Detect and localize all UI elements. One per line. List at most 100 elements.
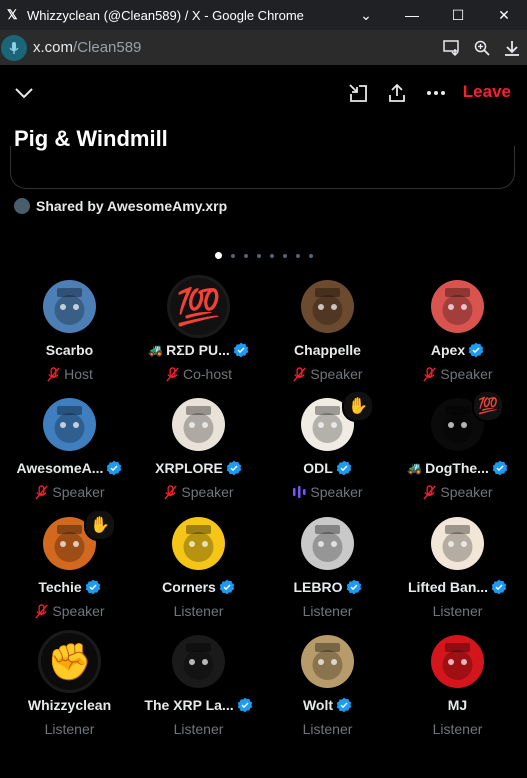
spaces-panel: Leave Pig & Windmill Shared by AwesomeAm… (0, 66, 527, 778)
participant-role-row: Listener (262, 603, 393, 619)
participant-role-row: Speaker (392, 366, 523, 382)
participant-role: Co-host (182, 366, 233, 382)
participant-name-row: Lifted Ban... (392, 579, 523, 595)
zoom-icon[interactable] (467, 40, 497, 56)
page-dot[interactable] (269, 253, 274, 258)
participant-role-row: Co-host (133, 366, 264, 382)
participant[interactable]: ✋ ODL Speaker (262, 390, 393, 508)
participant-name: Wolt (302, 697, 334, 713)
page-dot[interactable] (295, 253, 300, 258)
verified-badge-icon (226, 460, 242, 476)
participant-name-row: 🚜 DogThe... (392, 460, 523, 476)
verified-badge-icon (346, 579, 362, 595)
participant-role: Listener (432, 721, 483, 737)
shared-by-row[interactable]: Shared by AwesomeAmy.xrp (14, 198, 227, 214)
participant-role-row: Listener (133, 721, 264, 737)
participant-name: Scarbo (45, 342, 94, 358)
mic-muted-icon (34, 484, 49, 500)
verified-badge-icon (336, 460, 352, 476)
participant[interactable]: Scarbo Host (4, 280, 135, 390)
share-icon[interactable] (386, 82, 408, 104)
more-options-icon[interactable] (425, 82, 447, 104)
minimize-dock-icon[interactable] (347, 82, 369, 104)
close-button[interactable]: ✕ (481, 0, 527, 30)
avatar[interactable] (43, 280, 96, 333)
participant[interactable]: ✊ Whizzyclean Listener (4, 630, 135, 745)
space-info-card (10, 146, 515, 189)
page-dot[interactable] (230, 253, 235, 258)
participant[interactable]: Apex Speaker (392, 280, 523, 390)
participant[interactable]: Wolt Listener (262, 635, 393, 745)
participant-name-row: Apex (392, 342, 523, 358)
speaking-indicator-icon (292, 486, 307, 498)
participant[interactable]: Corners Listener (133, 517, 264, 627)
download-icon[interactable] (497, 40, 527, 56)
mic-muted-icon (292, 366, 307, 382)
verified-badge-icon (219, 579, 235, 595)
raised-hand-icon: 💯 (472, 390, 504, 422)
mic-muted-icon (34, 603, 49, 619)
page-dot[interactable] (282, 253, 287, 258)
participant-role: Speaker (181, 484, 234, 500)
avatar[interactable] (431, 280, 484, 333)
space-top-bar: Leave (0, 66, 527, 122)
participant[interactable]: MJ Listener (392, 635, 523, 745)
avatar[interactable] (43, 398, 96, 451)
participant[interactable]: 💯 🚜 DogThe... Speaker (392, 390, 523, 508)
participant-name: Techie (38, 579, 82, 595)
avatar[interactable] (431, 517, 484, 570)
participant[interactable]: Chappelle Speaker (262, 280, 393, 390)
participant[interactable]: The XRP La... Listener (133, 635, 264, 745)
avatar[interactable] (172, 517, 225, 570)
participant-role-row: Listener (392, 603, 523, 619)
participant-role-row: Listener (4, 721, 135, 737)
mic-muted-icon (422, 366, 437, 382)
address-bar[interactable]: x.com/Clean589 (0, 30, 527, 65)
participant-role: Speaker (310, 484, 363, 500)
install-app-icon[interactable] (437, 39, 467, 56)
minimize-button[interactable]: — (389, 0, 435, 30)
url-text[interactable]: x.com/Clean589 (33, 39, 437, 56)
verified-badge-icon (233, 342, 249, 358)
leave-button[interactable]: Leave (463, 82, 511, 102)
participant-name: ODL (303, 460, 333, 476)
page-dot[interactable] (256, 253, 261, 258)
sharer-avatar (14, 198, 30, 214)
url-path: /Clean589 (73, 39, 142, 56)
avatar[interactable] (172, 635, 225, 688)
participant[interactable]: AwesomeA... Speaker (4, 398, 135, 508)
participant[interactable]: LEBRO Listener (262, 517, 393, 627)
participant-name-row: AwesomeA... (4, 460, 135, 476)
window-menu-chevron-icon[interactable]: ⌄ (343, 0, 389, 30)
participant[interactable]: Lifted Ban... Listener (392, 517, 523, 627)
participant-role-row: Speaker (262, 366, 393, 382)
page-dot[interactable] (308, 253, 313, 258)
participant-role: Speaker (440, 366, 493, 382)
site-info-icon[interactable] (1, 34, 27, 61)
participant[interactable]: 💯 🚜 RΣD PU... Co-host (133, 275, 264, 390)
verified-badge-icon (106, 460, 122, 476)
avatar[interactable]: ✊ (38, 630, 101, 693)
participant-name-row: Wolt (262, 697, 393, 713)
avatar[interactable] (301, 280, 354, 333)
participant-name: Lifted Ban... (407, 579, 489, 595)
participant-name: AwesomeA... (16, 460, 104, 476)
avatar[interactable]: 💯 (167, 275, 230, 338)
page-dot[interactable] (243, 253, 248, 258)
avatar[interactable] (172, 398, 225, 451)
chevron-down-icon[interactable] (13, 82, 35, 104)
participant[interactable]: ✋ Techie Speaker (4, 509, 135, 627)
participant[interactable]: XRPLORE Speaker (133, 398, 264, 508)
avatar[interactable] (301, 635, 354, 688)
page-dot[interactable] (214, 252, 222, 259)
participant-name: RΣD PU... (166, 342, 230, 358)
verified-badge-icon (336, 697, 352, 713)
participant-role-row: Listener (133, 603, 264, 619)
participant-name-row: XRPLORE (133, 460, 264, 476)
participant-role-row: Speaker (262, 484, 393, 500)
maximize-button[interactable]: ☐ (435, 0, 481, 30)
shared-by-text: Shared by AwesomeAmy.xrp (36, 198, 228, 214)
participant-name-row: MJ (392, 697, 523, 713)
avatar[interactable] (431, 635, 484, 688)
avatar[interactable] (301, 517, 354, 570)
